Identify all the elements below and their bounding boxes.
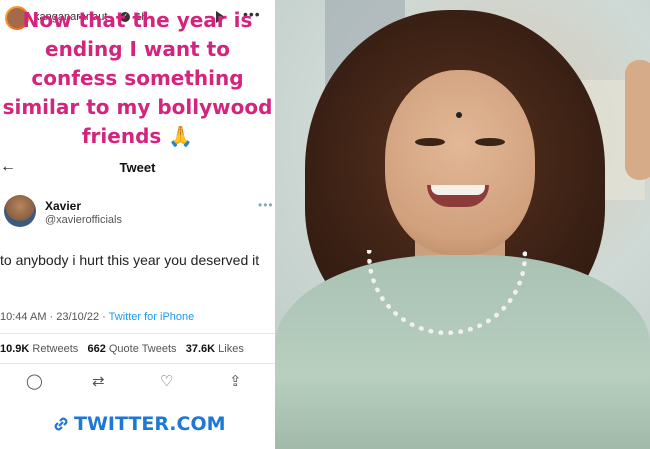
link-icon bbox=[54, 417, 68, 431]
photo-hand bbox=[625, 60, 650, 180]
likes-label: Likes bbox=[218, 343, 244, 355]
tweet-more-icon[interactable]: ••• bbox=[258, 198, 274, 212]
story-caption: Now that the year is ending I want to co… bbox=[2, 8, 273, 148]
tweet-date: 23/10/22 bbox=[56, 311, 100, 323]
tweet-actions: ◯ ⇄ ♡ ⇪ bbox=[0, 372, 275, 392]
divider bbox=[0, 363, 275, 364]
tweet-author-handle[interactable]: @xavierofficials bbox=[45, 214, 122, 226]
tweet-header: ← Tweet bbox=[0, 158, 275, 178]
photo-face bbox=[385, 70, 535, 255]
tweet-stats: 10.9K Retweets 662 Quote Tweets 37.6K Li… bbox=[0, 343, 244, 355]
retweets-label: Retweets bbox=[32, 343, 79, 355]
tweet-client[interactable]: Twitter for iPhone bbox=[109, 311, 195, 323]
tweet-meta: 10:44 AM · 23/10/22 · Twitter for iPhone bbox=[0, 311, 195, 323]
tweet-title: Tweet bbox=[119, 160, 156, 175]
tweet-text: to anybody i hurt this year you deserved… bbox=[0, 252, 260, 268]
tweet-author-name[interactable]: Xavier bbox=[45, 199, 81, 213]
link-sticker[interactable]: TWITTER.COM bbox=[74, 413, 226, 435]
tweet-time: 10:44 AM bbox=[0, 311, 47, 323]
retweets-count[interactable]: 10.9K bbox=[0, 343, 29, 355]
retweet-icon[interactable]: ⇄ bbox=[92, 372, 105, 390]
reply-icon[interactable]: ◯ bbox=[26, 372, 43, 390]
quotes-count[interactable]: 662 bbox=[87, 343, 105, 355]
photo-teeth bbox=[431, 185, 485, 195]
photo-panel bbox=[275, 0, 650, 449]
photo-eye bbox=[475, 138, 505, 146]
likes-count[interactable]: 37.6K bbox=[186, 343, 215, 355]
photo-eye bbox=[415, 138, 445, 146]
photo-bindi bbox=[456, 112, 462, 118]
share-icon[interactable]: ⇪ bbox=[229, 372, 242, 390]
quotes-label: Quote Tweets bbox=[108, 343, 177, 355]
like-icon[interactable]: ♡ bbox=[160, 372, 173, 390]
instagram-story-panel: kanganaranaut ✓ 1h ••• Now that the year… bbox=[0, 0, 275, 449]
divider bbox=[0, 333, 275, 334]
tweet-author-avatar[interactable] bbox=[4, 195, 36, 227]
